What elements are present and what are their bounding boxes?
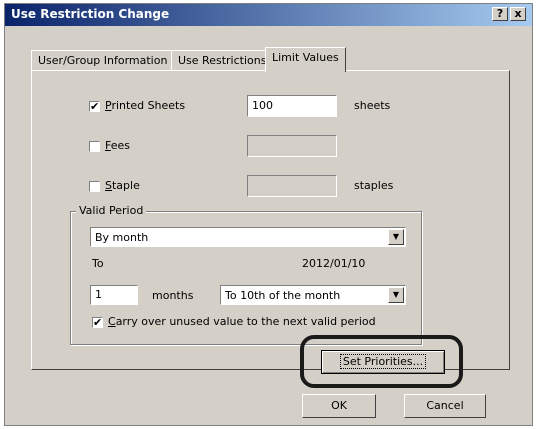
carry-over-label: Carry over unused value to the next vali… <box>108 315 376 328</box>
dropdown-arrow-icon[interactable]: ▼ <box>388 229 404 245</box>
staple-label: Staple <box>105 179 140 192</box>
to-date: 2012/01/10 <box>302 257 366 270</box>
close-button[interactable]: x <box>510 7 526 21</box>
printed-sheets-input[interactable]: 100 <box>247 95 337 117</box>
tab-user-group-information[interactable]: User/Group Information <box>31 50 175 70</box>
fees-input[interactable] <box>247 135 337 157</box>
dropdown-arrow-icon[interactable]: ▼ <box>388 287 404 303</box>
months-input[interactable]: 1 <box>90 285 138 305</box>
title-bar[interactable]: Use Restriction Change ? x <box>5 4 532 26</box>
fees-checkbox[interactable] <box>89 141 100 152</box>
ok-button[interactable]: OK <box>302 394 376 418</box>
to-label: To <box>92 257 104 270</box>
limit-values-panel: ✔ Printed Sheets 100 sheets Fees Staple … <box>31 70 510 374</box>
period-select[interactable]: By month ▼ <box>90 227 406 247</box>
printed-sheets-unit: sheets <box>354 99 391 112</box>
tab-use-restrictions[interactable]: Use Restrictions <box>171 50 274 70</box>
printed-sheets-checkbox[interactable]: ✔ <box>89 101 100 112</box>
highlight-ring <box>300 335 463 388</box>
tab-limit-values[interactable]: Limit Values <box>265 47 346 72</box>
window-title: Use Restriction Change <box>11 7 170 21</box>
cancel-button[interactable]: Cancel <box>404 394 486 418</box>
help-button[interactable]: ? <box>492 7 508 21</box>
printed-sheets-label: Printed Sheets <box>105 99 186 112</box>
day-select[interactable]: To 10th of the month ▼ <box>220 285 406 305</box>
staple-input[interactable] <box>247 175 337 197</box>
period-select-value: By month <box>95 231 149 244</box>
staple-checkbox[interactable] <box>89 181 100 192</box>
carry-over-checkbox[interactable]: ✔ <box>92 317 103 328</box>
staple-unit: staples <box>354 179 394 192</box>
months-label: months <box>152 289 194 302</box>
fees-label: Fees <box>105 139 131 152</box>
valid-period-legend: Valid Period <box>76 204 147 217</box>
day-select-value: To 10th of the month <box>225 289 341 302</box>
